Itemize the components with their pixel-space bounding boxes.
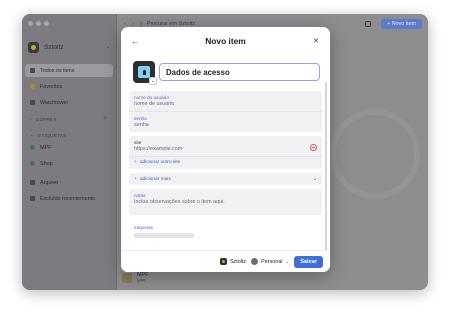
sidebar-item-label: Favoritos <box>40 83 63 90</box>
sidebar-item-label: Arquivo <box>40 179 59 186</box>
vault-selector-label: Sztoltz <box>229 258 247 265</box>
chevron-down-icon: ⌄ <box>149 77 157 85</box>
sidebar-item-tag-shop[interactable]: Shop <box>25 157 113 170</box>
back-button[interactable]: ← <box>129 35 141 47</box>
watchtower-icon <box>30 100 35 105</box>
vault-switcher[interactable]: Sztoltz ⌄ <box>28 40 110 54</box>
chevron-right-icon: › <box>30 116 32 122</box>
archive-icon <box>30 180 35 185</box>
vault-icon <box>219 258 227 265</box>
chevron-down-icon: ⌄ <box>105 44 110 50</box>
remove-field-icon[interactable] <box>310 144 317 151</box>
website-card: site https://example.com + adicionar out… <box>129 136 322 169</box>
add-website-link[interactable]: + adicionar outro site <box>129 157 322 169</box>
notes-field[interactable]: notas Inclua observações sobre o item aq… <box>129 189 322 215</box>
sidebar-item-label: Todos os itens <box>40 67 75 74</box>
login-icon <box>138 66 150 78</box>
password-field[interactable]: senha senha <box>129 112 322 132</box>
item-title-input[interactable]: Dados de acesso <box>159 63 320 81</box>
tags-label: etiquetas <box>134 225 154 230</box>
sidebar: Sztoltz ⌄ Todos os itens Favoritos Watch… <box>22 14 117 290</box>
vault-logo-icon <box>28 41 39 53</box>
account-selector[interactable]: Personal ⌄ <box>251 258 289 265</box>
sidebar-section-vaults[interactable]: › COFRES + <box>25 113 113 125</box>
sidebar-section-tags[interactable]: ⌄ ETIQUETAS <box>25 129 113 141</box>
new-item-modal: ← Novo item ✕ ⌄ Dados de acesso nome do … <box>121 27 330 272</box>
plus-icon: + <box>134 176 137 182</box>
add-more-button[interactable]: + adicionar mais ⌄ <box>129 173 322 185</box>
tags-input[interactable] <box>134 233 194 238</box>
sidebar-item-favorites[interactable]: Favoritos <box>25 80 113 93</box>
field-value: Inclua observações sobre o item aqui. <box>134 199 225 205</box>
account-selector-label: Personal <box>261 258 283 265</box>
grid-icon <box>30 68 35 73</box>
section-label: ETIQUETAS <box>38 132 67 138</box>
zoom-window-button[interactable] <box>44 21 49 26</box>
star-icon <box>30 84 35 89</box>
field-value: nome de usuário <box>134 101 175 107</box>
field-label: notas <box>134 193 146 198</box>
modal-footer: Sztoltz Personal ⌄ Salvar <box>121 250 330 272</box>
trash-icon <box>30 196 35 201</box>
field-label: nome do usuário <box>134 95 169 100</box>
username-field[interactable]: nome do usuário nome de usuário <box>129 91 322 112</box>
section-label: COFRES <box>35 116 57 122</box>
field-value: https://example.com <box>134 146 183 152</box>
chevron-down-icon: ⌄ <box>312 176 317 182</box>
plus-icon: + <box>134 160 137 165</box>
close-button[interactable]: ✕ <box>310 35 322 47</box>
field-label: senha <box>134 116 147 121</box>
sidebar-item-label: Shop <box>40 160 53 167</box>
item-title-row: ⌄ Dados de acesso <box>129 57 322 87</box>
minimize-window-button[interactable] <box>36 21 41 26</box>
watchtower-toolbar-icon[interactable] <box>365 21 372 27</box>
close-window-button[interactable] <box>28 21 33 26</box>
chevron-down-icon: ⌄ <box>30 132 35 137</box>
item-type-picker[interactable]: ⌄ <box>133 61 157 85</box>
add-vault-icon[interactable]: + <box>103 116 107 122</box>
chevron-down-icon: ⌄ <box>285 258 290 264</box>
item-thumbnail <box>122 272 132 283</box>
sidebar-item-label: MPF <box>40 144 52 151</box>
sidebar-item-watchtower[interactable]: Watchtower <box>25 96 113 109</box>
sidebar-item-tag-mpf[interactable]: MPF <box>25 141 113 154</box>
sidebar-item-label: Watchtower <box>40 99 69 106</box>
modal-title: Novo item <box>205 36 246 46</box>
tag-icon <box>30 145 35 150</box>
list-item-subtitle: MPF <box>137 278 147 283</box>
website-field[interactable]: site https://example.com <box>129 136 322 157</box>
window-controls <box>28 21 49 26</box>
add-more-label: adicionar mais <box>139 176 171 182</box>
vault-name: Sztoltz <box>44 43 64 51</box>
sidebar-item-recently-deleted[interactable]: Excluído recentemente <box>25 192 113 205</box>
list-item[interactable]: MPF MPF <box>122 272 149 283</box>
add-website-label: adicionar outro site <box>139 160 181 165</box>
account-icon <box>251 258 259 265</box>
sidebar-item-label: Excluído recentemente <box>40 195 96 202</box>
modal-header: ← Novo item ✕ <box>121 27 330 55</box>
sidebar-nav: Todos os itens Favoritos Watchtower › CO… <box>25 64 113 208</box>
sidebar-item-archive[interactable]: Arquivo <box>25 176 113 189</box>
credentials-card: nome do usuário nome de usuário senha se… <box>129 91 322 132</box>
sidebar-item-all-items[interactable]: Todos os itens <box>25 64 113 77</box>
scrollbar[interactable] <box>325 82 327 262</box>
modal-body: ⌄ Dados de acesso nome do usuário nome d… <box>129 57 322 250</box>
tag-icon <box>30 161 35 166</box>
new-item-button[interactable]: + Novo item <box>381 19 422 29</box>
save-button[interactable]: Salvar <box>294 255 323 268</box>
empty-state-emblem <box>330 109 420 199</box>
field-label: site <box>134 140 142 145</box>
vault-selector[interactable]: Sztoltz <box>219 258 247 265</box>
field-value: senha <box>134 122 149 128</box>
